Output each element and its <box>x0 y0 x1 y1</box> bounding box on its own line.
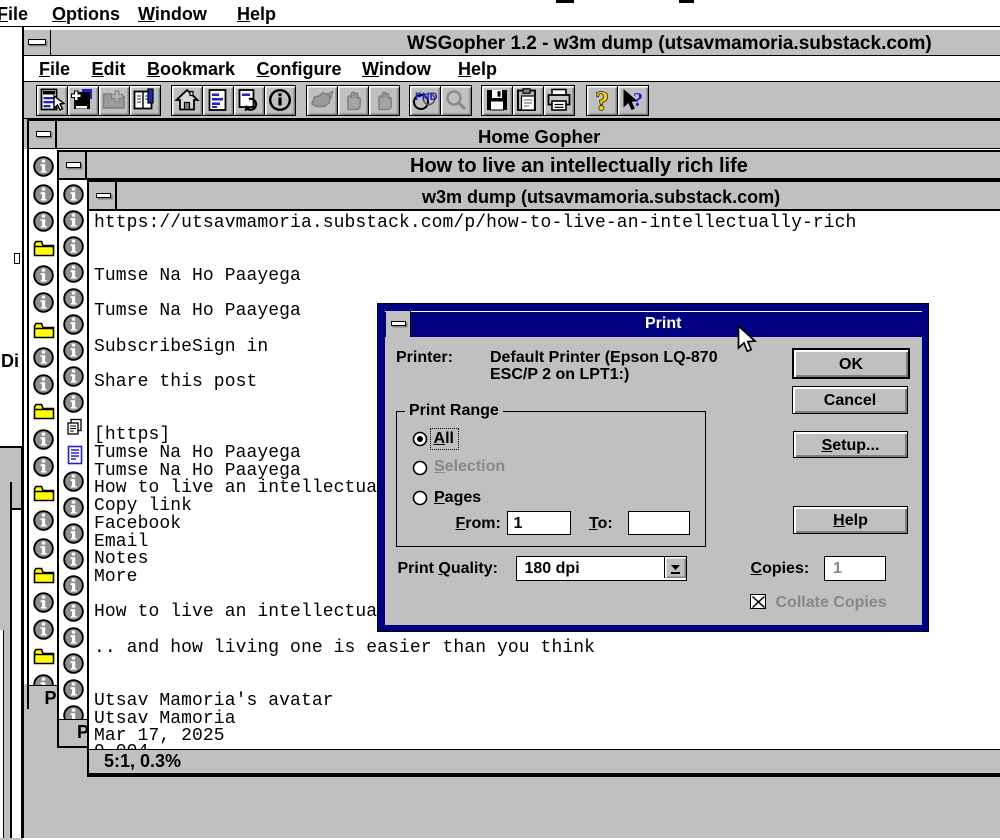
svg-text:?: ? <box>595 88 609 112</box>
svg-text:?: ? <box>633 89 643 111</box>
svg-text:FND: FND <box>415 91 438 103</box>
